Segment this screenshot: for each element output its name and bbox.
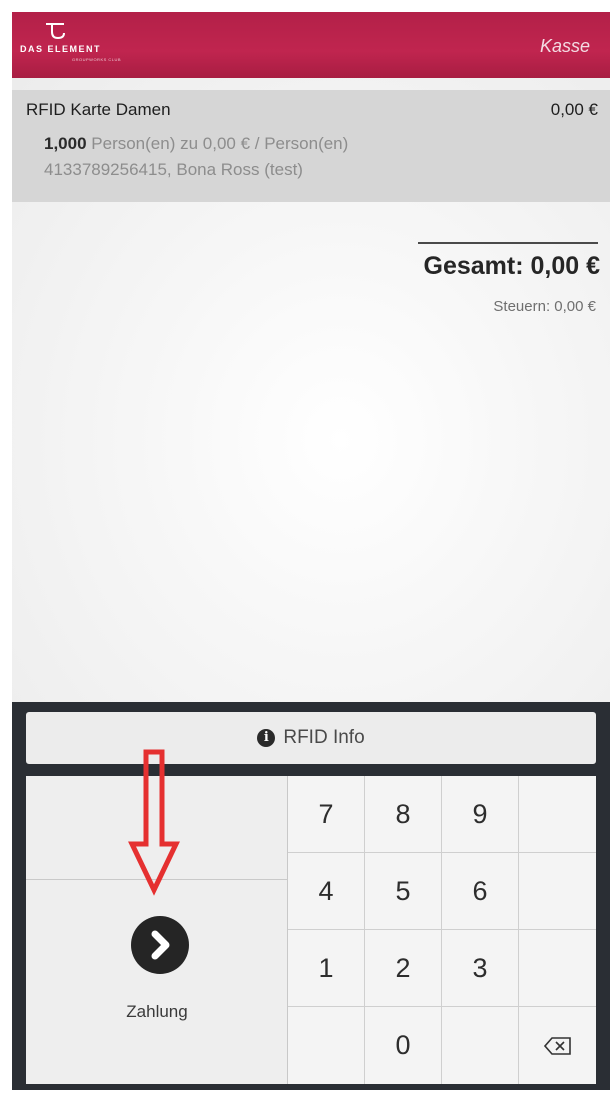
key-4[interactable]: 4 <box>288 853 365 930</box>
annotation-arrow-down-icon <box>128 749 180 896</box>
key-blank[interactable] <box>519 776 596 853</box>
key-5[interactable]: 5 <box>365 853 442 930</box>
total-amount: Gesamt: 0,00 € <box>423 252 601 280</box>
item-price: 0,00 € <box>550 100 598 119</box>
numeric-keypad: Zahlung 7894561230 <box>26 776 596 1084</box>
item-quantity: 1,000 <box>44 134 87 153</box>
item-customer: 4133789256415, Bona Ross (test) <box>44 160 303 179</box>
key-blank[interactable] <box>442 1007 519 1084</box>
key-backspace[interactable] <box>519 1007 596 1084</box>
item-quantity-line: 1,000 Person(en) zu 0,00 € / Person(en) <box>44 134 348 154</box>
backspace-icon <box>543 1036 571 1055</box>
key-blank[interactable] <box>519 853 596 930</box>
payment-label: Zahlung <box>126 1002 188 1021</box>
receipt-line-item[interactable]: RFID Karte Damen 0,00 € 1,000 Person(en)… <box>12 90 610 202</box>
item-name: RFID Karte Damen <box>26 100 171 119</box>
receipt-area: RFID Karte Damen 0,00 € 1,000 Person(en)… <box>12 78 610 702</box>
logo-wordmark: DAS ELEMENT <box>20 44 102 54</box>
key-6[interactable]: 6 <box>442 853 519 930</box>
app-frame: DAS ELEMENT GROUPWORKS CLUB Kasse RFID K… <box>12 12 610 1090</box>
rfid-info-label: RFID Info <box>283 727 365 748</box>
logo-tagline: GROUPWORKS CLUB <box>72 57 122 62</box>
key-blank[interactable] <box>519 930 596 1007</box>
key-1[interactable]: 1 <box>288 930 365 1007</box>
key-3[interactable]: 3 <box>442 930 519 1007</box>
key-blank[interactable] <box>288 1007 365 1084</box>
brand-logo: DAS ELEMENT GROUPWORKS CLUB <box>20 22 160 68</box>
logo-mark-icon <box>46 23 65 40</box>
keypad-zone: i RFID Info Zahlung 7894561230 <box>12 702 610 1090</box>
app-header: DAS ELEMENT GROUPWORKS CLUB Kasse <box>12 12 610 78</box>
key-8[interactable]: 8 <box>365 776 442 853</box>
rfid-info-button[interactable]: i RFID Info <box>26 712 596 764</box>
key-0[interactable]: 0 <box>365 1007 442 1084</box>
total-divider <box>418 242 598 244</box>
info-icon: i <box>257 729 276 747</box>
header-title[interactable]: Kasse <box>540 36 590 57</box>
item-quantity-suffix: Person(en) zu 0,00 € / Person(en) <box>86 134 349 153</box>
key-2[interactable]: 2 <box>365 930 442 1007</box>
key-7[interactable]: 7 <box>288 776 365 853</box>
chevron-right-icon <box>151 930 170 960</box>
tax-amount: Steuern: 0,00 € <box>493 298 596 315</box>
payment-circle[interactable] <box>131 916 189 974</box>
key-9[interactable]: 9 <box>442 776 519 853</box>
